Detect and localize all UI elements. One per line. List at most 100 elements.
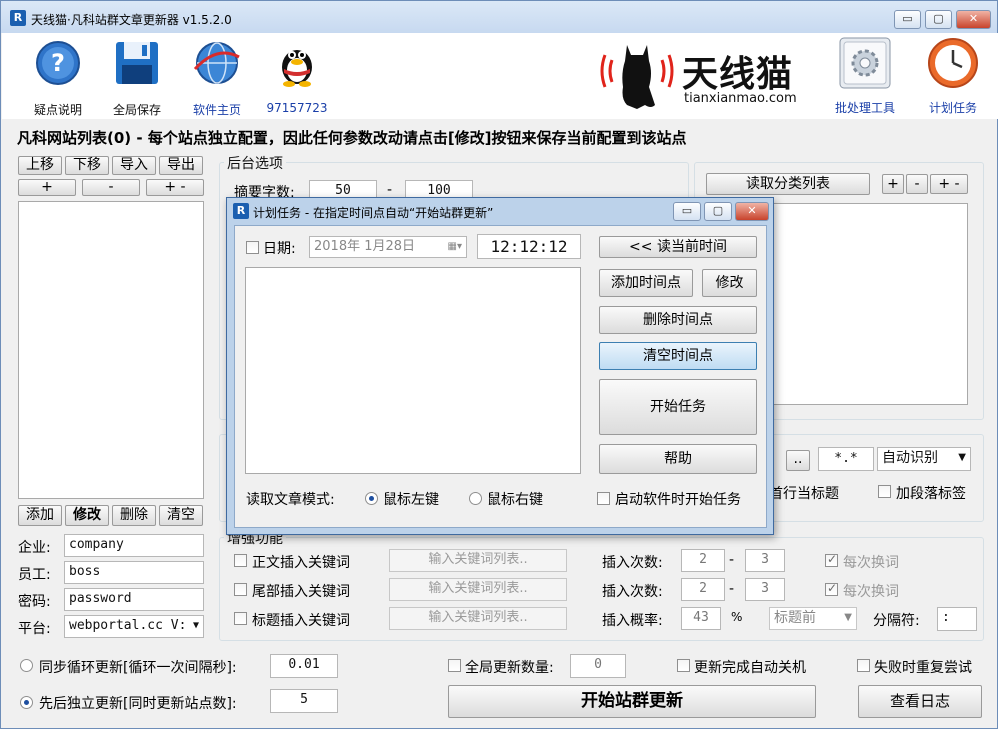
export-button[interactable]: 导出 [159, 156, 203, 175]
maximize-button[interactable]: ▢ [925, 10, 952, 29]
read-current-time-button[interactable]: << 读当前时间 [599, 236, 757, 258]
view-log-button[interactable]: 查看日志 [858, 685, 982, 718]
schedule-dialog: R 计划任务 - 在指定时间点自动“开始站群更新” ▭ ▢ ✕ 日期: 2018… [226, 197, 774, 535]
left-click-radio[interactable] [365, 492, 378, 505]
body-keyword-list-button[interactable]: 输入关键词列表.. [389, 549, 567, 572]
help-tool[interactable]: ? 疑点说明 [13, 39, 103, 118]
modify-site-button[interactable]: 修改 [65, 505, 109, 526]
company-input[interactable]: company [64, 534, 204, 557]
start-update-button[interactable]: 开始站群更新 [448, 685, 816, 718]
homepage-tool[interactable]: 软件主页 [172, 39, 262, 118]
body-count-max[interactable]: 3 [745, 549, 785, 572]
tail-keyword-list-button[interactable]: 输入关键词列表.. [389, 578, 567, 601]
body-change-word-label: 每次换词 [843, 555, 899, 571]
separator-input[interactable]: : [937, 607, 977, 631]
sync-update-radio[interactable] [20, 659, 33, 672]
body-count-label: 插入次数: [602, 555, 663, 571]
autostart-task-checkbox[interactable] [597, 492, 610, 505]
qq-label: 97157723 [266, 101, 328, 115]
tail-keyword-checkbox[interactable] [234, 583, 247, 596]
batch-tool[interactable]: 批处理工具 [820, 35, 910, 116]
auto-shutdown-checkbox[interactable] [677, 659, 690, 672]
tail-count-label: 插入次数: [602, 584, 663, 600]
title-keyword-list-button[interactable]: 输入关键词列表.. [389, 607, 567, 630]
platform-select[interactable]: webportal.cc V: ▼ [64, 615, 204, 638]
import-button[interactable]: 导入 [112, 156, 156, 175]
tail-count-max[interactable]: 3 [745, 578, 785, 601]
global-count-checkbox[interactable] [448, 659, 461, 672]
body-count-min[interactable]: 2 [681, 549, 725, 572]
dialog-app-icon: R [233, 203, 249, 219]
sequential-update-radio[interactable] [20, 696, 33, 709]
list-minus-button[interactable]: - [82, 179, 140, 196]
dialog-close-button[interactable]: ✕ [735, 202, 769, 221]
minimize-button[interactable]: ▭ [894, 10, 921, 29]
staff-input[interactable]: boss [64, 561, 204, 584]
list-plus-button[interactable]: + [18, 179, 76, 196]
start-task-button[interactable]: 开始任务 [599, 379, 757, 435]
chevron-down-icon: ▼ [844, 612, 852, 623]
close-button[interactable]: ✕ [956, 10, 991, 29]
left-click-label: 鼠标左键 [383, 492, 439, 508]
company-label: 企业: [18, 540, 51, 556]
concurrent-sites-input[interactable]: 5 [270, 689, 338, 713]
password-input[interactable]: password [64, 588, 204, 611]
time-point-list[interactable] [245, 267, 581, 474]
sync-update-label: 同步循环更新[循环一次间隔秒]: [39, 660, 237, 676]
read-mode-label: 读取文章模式: [246, 492, 335, 508]
modify-time-point-button[interactable]: 修改 [702, 269, 757, 297]
right-click-radio[interactable] [469, 492, 482, 505]
dialog-maximize-button[interactable]: ▢ [704, 202, 732, 221]
retry-on-fail-checkbox[interactable] [857, 659, 870, 672]
auto-shutdown-label: 更新完成自动关机 [694, 660, 806, 676]
body-count-dash: - [729, 552, 735, 568]
file-pattern-input[interactable]: *.* [818, 447, 874, 471]
dialog-help-button[interactable]: 帮助 [599, 444, 757, 474]
title-position-value: 标题前 [774, 610, 816, 626]
title-position-select[interactable]: 标题前 ▼ [769, 607, 857, 630]
save-tool[interactable]: 全局保存 [92, 39, 182, 118]
separator-label: 分隔符: [873, 613, 920, 629]
move-down-button[interactable]: 下移 [65, 156, 109, 175]
category-minus-button[interactable]: - [906, 174, 928, 194]
body-keyword-checkbox[interactable] [234, 554, 247, 567]
encoding-select[interactable]: 自动识别 ▼ [877, 447, 971, 471]
toolbar: ? 疑点说明 全局保存 软件主页 97157723 天线猫 tianxianma… [2, 33, 998, 119]
tail-change-word-checkbox[interactable] [825, 581, 838, 596]
time-input[interactable]: 12:12:12 [477, 234, 581, 259]
sync-interval-input[interactable]: 0.01 [270, 654, 338, 678]
read-category-button[interactable]: 读取分类列表 [706, 173, 870, 195]
browse-button[interactable]: .. [786, 450, 810, 471]
clear-sites-button[interactable]: 清空 [159, 505, 203, 526]
tail-change-word-label: 每次换词 [843, 584, 899, 600]
add-paragraph-checkbox[interactable] [878, 485, 891, 498]
svg-text:?: ? [51, 49, 65, 77]
delete-site-button[interactable]: 删除 [112, 505, 156, 526]
plan-tool[interactable]: 计划任务 [908, 37, 998, 116]
qq-tool[interactable]: 97157723 [252, 39, 342, 115]
tail-keyword-label: 尾部插入关键词 [252, 584, 350, 600]
retry-on-fail-label: 失败时重复尝试 [874, 660, 972, 676]
tail-count-min[interactable]: 2 [681, 578, 725, 601]
clear-time-points-button[interactable]: 清空时间点 [599, 342, 757, 370]
delete-time-point-button[interactable]: 删除时间点 [599, 306, 757, 334]
site-list-box[interactable] [18, 201, 204, 499]
date-picker[interactable]: 2018年 1月28日 ▦▾ [309, 236, 467, 258]
list-plusminus-button[interactable]: + - [146, 179, 204, 196]
category-plusminus-button[interactable]: + - [930, 174, 968, 194]
chevron-down-icon: ▼ [192, 620, 199, 631]
move-up-button[interactable]: 上移 [18, 156, 62, 175]
global-count-input[interactable]: 0 [570, 654, 626, 678]
add-site-button[interactable]: 添加 [18, 505, 62, 526]
title-rate-input[interactable]: 43 [681, 607, 721, 630]
qq-penguin-icon [282, 50, 312, 87]
add-time-point-button[interactable]: 添加时间点 [599, 269, 693, 297]
chevron-down-icon: ▼ [958, 452, 966, 463]
add-paragraph-label: 加段落标签 [896, 486, 966, 502]
body-change-word-checkbox[interactable] [825, 552, 838, 567]
dialog-minimize-button[interactable]: ▭ [673, 202, 701, 221]
category-plus-button[interactable]: + [882, 174, 904, 194]
title-keyword-checkbox[interactable] [234, 612, 247, 625]
window-title: 天线猫·凡科站群文章更新器 v1.5.2.0 [31, 13, 232, 27]
date-checkbox[interactable] [246, 241, 259, 254]
